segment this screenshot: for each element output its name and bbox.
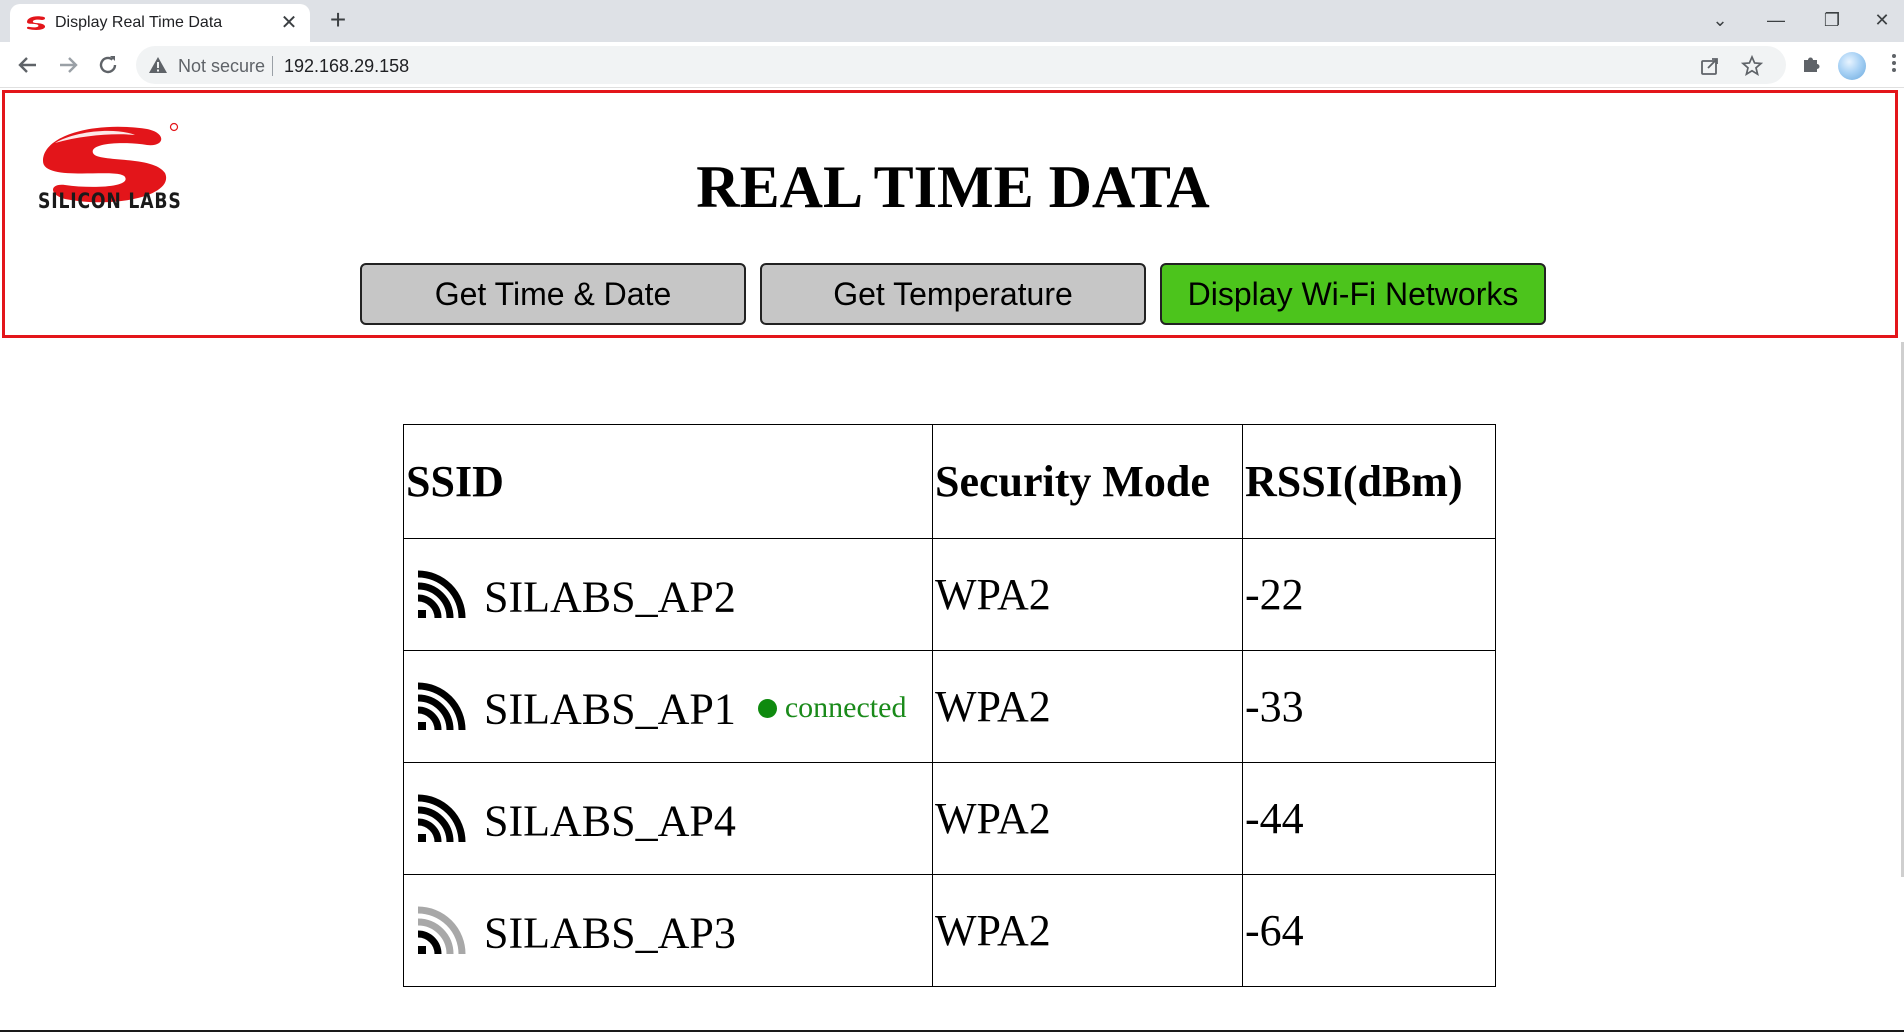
ssid-cell: SILABS_AP4 xyxy=(403,762,933,875)
security-cell: WPA2 xyxy=(932,874,1243,987)
warning-icon xyxy=(149,57,167,73)
reload-icon[interactable] xyxy=(94,51,122,79)
header-panel: SILICON LABS REAL TIME DATA Get Time & D… xyxy=(2,90,1898,338)
wifi-signal-strong-icon xyxy=(417,794,466,843)
connected-dot-icon xyxy=(757,699,777,719)
share-icon[interactable] xyxy=(1699,55,1721,77)
column-header-rssi: RSSI(dBm) xyxy=(1242,424,1496,539)
new-tab-icon[interactable]: + xyxy=(325,6,351,34)
column-header-security: Security Mode xyxy=(932,424,1243,539)
wifi-signal-strong-icon xyxy=(417,570,466,619)
ssid-name: SILABS_AP4 xyxy=(484,795,736,845)
ssid-name: SILABS_AP3 xyxy=(484,907,736,957)
address-bar[interactable]: Not secure 192.168.29.158 xyxy=(136,46,1786,84)
tab-title: Display Real Time Data xyxy=(55,14,223,31)
table-row[interactable]: SILABS_AP1 connected WPA2 -33 xyxy=(403,650,1496,763)
security-label[interactable]: Not secure xyxy=(178,56,265,77)
table-row[interactable]: SILABS_AP2 WPA2 -22 xyxy=(403,538,1496,651)
get-temperature-button[interactable]: Get Temperature xyxy=(760,263,1146,325)
security-cell: WPA2 xyxy=(932,650,1243,763)
table-header-row: SSID Security Mode RSSI(dBm) xyxy=(403,424,1496,539)
connected-status: connected xyxy=(757,691,907,725)
ssid-cell: SILABS_AP1 connected xyxy=(403,650,933,763)
restore-icon[interactable]: ❐ xyxy=(1812,6,1852,34)
ssid-cell: SILABS_AP3 xyxy=(403,874,933,987)
silicon-labs-favicon xyxy=(26,16,46,30)
minimize-icon[interactable]: — xyxy=(1756,6,1796,34)
security-cell: WPA2 xyxy=(932,538,1243,651)
ssid-cell: SILABS_AP2 xyxy=(403,538,933,651)
column-header-ssid: SSID xyxy=(403,424,933,539)
page-title: REAL TIME DATA xyxy=(696,154,1210,220)
get-time-date-button[interactable]: Get Time & Date xyxy=(360,263,746,325)
browser-tab[interactable]: Display Real Time Data ✕ xyxy=(10,4,310,42)
rssi-cell: -44 xyxy=(1242,762,1496,875)
rssi-cell: -33 xyxy=(1242,650,1496,763)
display-wifi-networks-button[interactable]: Display Wi-Fi Networks xyxy=(1160,263,1546,325)
address-separator xyxy=(272,56,273,76)
wifi-signal-weak-icon xyxy=(417,906,466,955)
back-icon[interactable] xyxy=(14,51,42,79)
menu-icon[interactable] xyxy=(1880,51,1904,79)
table-row[interactable]: SILABS_AP4 WPA2 -44 xyxy=(403,762,1496,875)
star-icon[interactable] xyxy=(1740,54,1764,77)
ssid-name: SILABS_AP2 xyxy=(484,571,736,621)
table-row[interactable]: SILABS_AP3 WPA2 -64 xyxy=(403,874,1496,987)
ssid-name: SILABS_AP1 xyxy=(484,683,736,733)
tab-search-icon[interactable]: ⌄ xyxy=(1700,6,1740,34)
url-text[interactable]: 192.168.29.158 xyxy=(284,56,409,77)
profile-avatar[interactable] xyxy=(1838,52,1866,80)
browser-toolbar: Not secure 192.168.29.158 xyxy=(0,42,1904,88)
rssi-cell: -22 xyxy=(1242,538,1496,651)
tab-bar: Display Real Time Data ✕ + ⌄ — ❐ ✕ xyxy=(0,0,1904,42)
security-cell: WPA2 xyxy=(932,762,1243,875)
window-close-icon[interactable]: ✕ xyxy=(1862,6,1902,34)
rssi-cell: -64 xyxy=(1242,874,1496,987)
tab-close-icon[interactable]: ✕ xyxy=(278,12,300,34)
extensions-icon[interactable] xyxy=(1798,51,1826,79)
wifi-signal-strong-icon xyxy=(417,682,466,731)
wifi-networks-table: SSID Security Mode RSSI(dBm) SILABS_AP2 … xyxy=(403,424,1496,987)
connected-label: connected xyxy=(784,691,907,725)
forward-icon[interactable] xyxy=(54,51,82,79)
